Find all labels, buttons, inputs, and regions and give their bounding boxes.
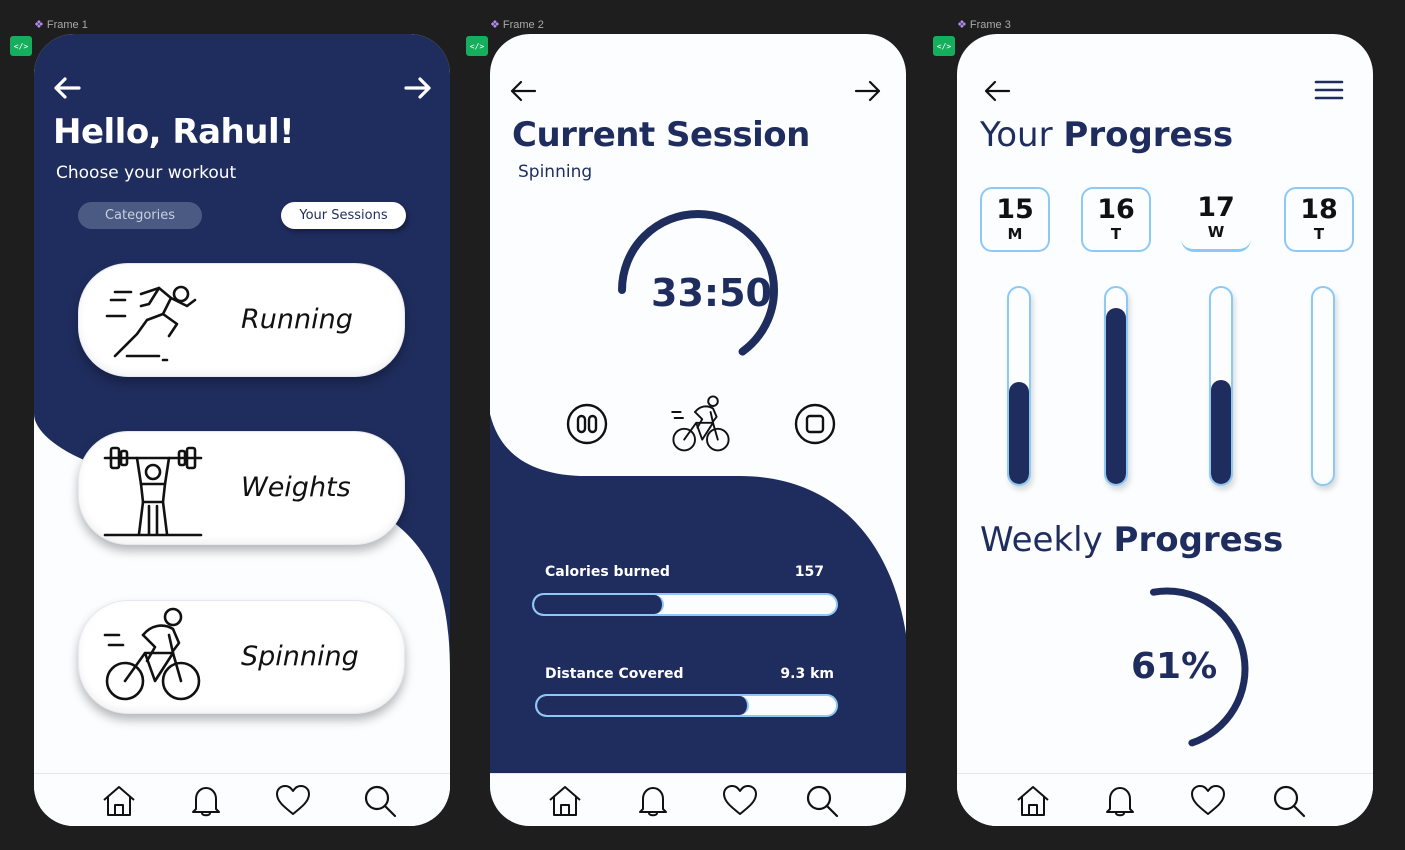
- day-number: 16: [1097, 194, 1135, 225]
- code-badge-3[interactable]: </>: [933, 36, 955, 56]
- day-chip-16[interactable]: 16 T: [1081, 187, 1151, 252]
- progress-title-light: Your: [980, 115, 1053, 155]
- bell-icon[interactable]: [1102, 784, 1138, 818]
- search-icon[interactable]: [804, 784, 840, 818]
- code-badge-2[interactable]: </>: [466, 36, 488, 56]
- progress-title: Your Progress: [980, 115, 1233, 155]
- stop-icon: [794, 403, 836, 445]
- day-number: 17: [1197, 192, 1235, 223]
- greeting-subtitle: Choose your workout: [56, 163, 237, 183]
- day-weekday: M: [1007, 225, 1023, 243]
- stop-button[interactable]: [793, 402, 837, 446]
- calories-label: Calories burned: [545, 564, 670, 580]
- home-icon[interactable]: [101, 784, 137, 818]
- frame-2-label: ❖ Frame 2: [490, 19, 544, 31]
- day-number: 15: [996, 194, 1034, 225]
- tab-your-sessions-label: Your Sessions: [299, 208, 388, 223]
- workout-card-spinning[interactable]: Spinning: [78, 600, 405, 714]
- day-weekday: T: [1313, 225, 1325, 243]
- timer-display: 33:50: [651, 271, 772, 315]
- frame-1-label: ❖ Frame 1: [34, 19, 88, 31]
- distance-label: Distance Covered: [545, 666, 684, 682]
- distance-progress-fill: [537, 696, 750, 715]
- session-activity: Spinning: [518, 162, 593, 182]
- workout-card-weights[interactable]: Weights: [78, 431, 405, 545]
- daily-bar-18: [1311, 286, 1335, 486]
- calories-progress-fill: [534, 595, 664, 614]
- weekly-title-bold: Progress: [1113, 520, 1284, 560]
- search-icon[interactable]: [362, 784, 398, 818]
- hamburger-menu-icon[interactable]: [1314, 78, 1344, 102]
- workout-label-weights: Weights: [241, 472, 351, 503]
- back-arrow-icon[interactable]: [52, 76, 82, 100]
- daily-bar-15: [1007, 286, 1031, 486]
- heart-icon[interactable]: [722, 784, 758, 818]
- weightlifter-icon: [103, 446, 203, 537]
- calories-progress-bar: [532, 593, 838, 616]
- screen-progress: Your Progress 15 M 16 T 17 W 18 T Weekly…: [957, 34, 1373, 826]
- bell-icon[interactable]: [188, 784, 224, 818]
- day-number: 18: [1300, 194, 1338, 225]
- back-arrow-icon[interactable]: [508, 79, 538, 103]
- cyclist-icon: [671, 395, 730, 452]
- heart-icon[interactable]: [1190, 784, 1226, 818]
- bottom-navigation: [490, 773, 906, 826]
- tab-categories-label: Categories: [104, 208, 176, 223]
- screen-workout-selection: Hello, Rahul! Choose your workout Catego…: [34, 34, 450, 826]
- pause-button[interactable]: [565, 402, 609, 446]
- search-icon[interactable]: [1271, 784, 1307, 818]
- daily-bar-fill: [1211, 380, 1231, 484]
- screen-current-session: Current Session Spinning 33:50 Calories …: [490, 34, 906, 826]
- day-chip-18[interactable]: 18 T: [1284, 187, 1354, 252]
- workout-label-running: Running: [241, 304, 353, 335]
- progress-title-bold: Progress: [1063, 115, 1234, 155]
- heart-icon[interactable]: [275, 784, 311, 818]
- bottom-navigation: [957, 773, 1373, 826]
- tab-categories[interactable]: Categories: [78, 202, 202, 229]
- workout-card-running[interactable]: Running: [78, 263, 405, 377]
- calories-value: 157: [794, 564, 824, 580]
- forward-arrow-icon[interactable]: [403, 76, 433, 100]
- day-weekday: W: [1207, 223, 1225, 241]
- bell-icon[interactable]: [635, 784, 671, 818]
- back-arrow-icon[interactable]: [982, 79, 1012, 103]
- distance-value: 9.3 km: [780, 666, 834, 682]
- bottom-navigation: [34, 773, 450, 826]
- workout-label-spinning: Spinning: [241, 641, 359, 672]
- forward-arrow-icon[interactable]: [853, 79, 883, 103]
- tab-your-sessions[interactable]: Your Sessions: [281, 202, 406, 229]
- daily-bar-fill: [1009, 382, 1029, 484]
- day-chip-17-selected[interactable]: 17 W: [1181, 187, 1251, 252]
- weekly-percent-text: 61%: [1131, 646, 1218, 687]
- home-icon[interactable]: [1015, 784, 1051, 818]
- cyclist-icon: [103, 607, 201, 701]
- pause-icon: [566, 403, 608, 445]
- greeting-title: Hello, Rahul!: [53, 112, 295, 152]
- daily-bar-17: [1209, 286, 1233, 486]
- session-title: Current Session: [512, 115, 810, 155]
- code-badge-1[interactable]: </>: [10, 36, 32, 56]
- daily-bar-16: [1104, 286, 1128, 486]
- running-person-icon: [105, 285, 197, 362]
- day-weekday: T: [1110, 225, 1122, 243]
- frame-3-label: ❖ Frame 3: [957, 19, 1011, 31]
- day-chip-15[interactable]: 15 M: [980, 187, 1050, 252]
- weekly-title-light: Weekly: [980, 520, 1103, 560]
- home-icon[interactable]: [547, 784, 583, 818]
- weekly-progress-title: Weekly Progress: [980, 520, 1283, 560]
- daily-bar-fill: [1106, 307, 1126, 484]
- distance-progress-bar: [535, 694, 838, 717]
